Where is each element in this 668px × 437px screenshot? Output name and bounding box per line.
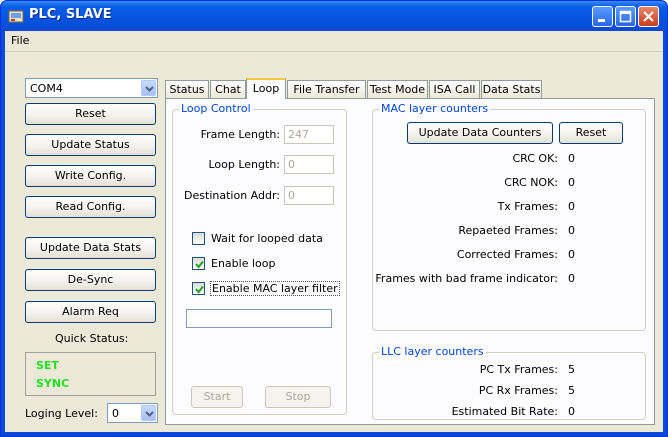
maximize-button[interactable] bbox=[615, 6, 636, 27]
logging-level-label: Loging Level: bbox=[25, 407, 98, 420]
quick-status-box: SET SYNC bbox=[25, 352, 156, 396]
quick-status-label: Quick Status: bbox=[55, 332, 129, 345]
title-bar[interactable]: PLC, SLAVE bbox=[1, 1, 667, 31]
bad-frame-indicator-value: 0 bbox=[568, 272, 575, 285]
chevron-down-icon bbox=[145, 86, 154, 92]
loop-status-field[interactable] bbox=[186, 309, 332, 328]
loop-tab-pane: Loop Control Frame Length: 247 Loop Leng… bbox=[165, 98, 655, 425]
window-title: PLC, SLAVE bbox=[29, 7, 112, 22]
enable-loop-checkbox[interactable] bbox=[192, 257, 205, 270]
write-config-button[interactable]: Write Config. bbox=[25, 165, 156, 187]
repeated-frames-value: 0 bbox=[568, 224, 575, 237]
pc-rx-frames-label: PC Rx Frames: bbox=[478, 384, 558, 397]
start-button[interactable]: Start bbox=[191, 386, 243, 408]
estimated-bit-rate-label: Estimated Bit Rate: bbox=[451, 405, 558, 418]
destination-addr-label: Destination Addr: bbox=[184, 189, 280, 202]
llc-counters-group: LLC layer counters PC Tx Frames: 5 PC Rx… bbox=[372, 345, 646, 420]
tx-frames-label: Tx Frames: bbox=[497, 200, 558, 213]
close-icon bbox=[643, 11, 654, 22]
dropdown-arrow[interactable] bbox=[141, 80, 156, 96]
port-select[interactable]: COM4 bbox=[25, 78, 158, 98]
tab-loop[interactable]: Loop bbox=[246, 78, 286, 99]
repeated-frames-label: Repaeted Frames: bbox=[458, 224, 558, 237]
update-data-counters-button[interactable]: Update Data Counters bbox=[407, 122, 553, 144]
update-data-stats-button[interactable]: Update Data Stats bbox=[25, 237, 156, 259]
corrected-frames-value: 0 bbox=[568, 248, 575, 261]
enable-mac-filter-checkbox[interactable] bbox=[192, 282, 205, 295]
update-status-button[interactable]: Update Status bbox=[25, 134, 156, 156]
minimize-icon bbox=[598, 19, 605, 22]
tab-isa-call[interactable]: ISA Call bbox=[429, 80, 480, 98]
port-value: COM4 bbox=[30, 82, 63, 95]
minimize-button[interactable] bbox=[592, 6, 613, 27]
tab-file-transfer[interactable]: File Transfer bbox=[287, 80, 366, 98]
crc-ok-label: CRC OK: bbox=[512, 152, 558, 165]
enable-loop-label: Enable loop bbox=[211, 257, 276, 270]
tab-chat[interactable]: Chat bbox=[210, 80, 246, 98]
checkmark-icon bbox=[195, 285, 204, 294]
tab-status[interactable]: Status bbox=[165, 80, 209, 98]
loop-control-title: Loop Control bbox=[179, 102, 253, 115]
loop-length-label: Loop Length: bbox=[208, 158, 280, 171]
mac-reset-button[interactable]: Reset bbox=[559, 122, 623, 144]
tab-test-mode[interactable]: Test Mode bbox=[367, 80, 428, 98]
status-line-set: SET bbox=[36, 359, 59, 372]
frame-length-label: Frame Length: bbox=[200, 128, 280, 141]
mac-counters-group: MAC layer counters Update Data Counters … bbox=[372, 102, 646, 331]
loop-control-group: Loop Control Frame Length: 247 Loop Leng… bbox=[172, 102, 347, 415]
alarm-req-button[interactable]: Alarm Req bbox=[25, 301, 156, 323]
frame-length-field[interactable]: 247 bbox=[284, 125, 334, 144]
read-config-button[interactable]: Read Config. bbox=[25, 196, 156, 218]
estimated-bit-rate-value: 0 bbox=[568, 405, 575, 418]
menu-file[interactable]: File bbox=[11, 34, 29, 47]
close-button[interactable] bbox=[638, 6, 659, 27]
client-area: File COM4 Reset Update Status Write Conf… bbox=[5, 31, 663, 432]
bad-frame-indicator-label: Frames with bad frame indicator: bbox=[375, 272, 558, 285]
crc-ok-value: 0 bbox=[568, 152, 575, 165]
pc-tx-frames-value: 5 bbox=[568, 363, 575, 376]
stop-button[interactable]: Stop bbox=[265, 386, 331, 408]
pc-rx-frames-value: 5 bbox=[568, 384, 575, 397]
crc-nok-value: 0 bbox=[568, 176, 575, 189]
checkmark-icon bbox=[195, 260, 204, 269]
reset-button[interactable]: Reset bbox=[25, 103, 156, 125]
de-sync-button[interactable]: De-Sync bbox=[25, 269, 156, 291]
dropdown-arrow[interactable] bbox=[141, 405, 156, 421]
llc-counters-title: LLC layer counters bbox=[379, 345, 486, 358]
wait-for-looped-data-label: Wait for looped data bbox=[211, 232, 323, 245]
maximize-icon bbox=[619, 10, 632, 23]
logging-level-value: 0 bbox=[112, 407, 119, 420]
main-panel: COM4 Reset Update Status Write Config. R… bbox=[5, 52, 663, 432]
mac-counters-title: MAC layer counters bbox=[379, 102, 491, 115]
pc-tx-frames-label: PC Tx Frames: bbox=[479, 363, 558, 376]
enable-mac-filter-label: Enable MAC layer filter bbox=[210, 281, 340, 296]
loop-length-field[interactable]: 0 bbox=[284, 155, 334, 174]
app-icon bbox=[8, 10, 24, 23]
crc-nok-label: CRC NOK: bbox=[504, 176, 558, 189]
app-window: PLC, SLAVE File COM4 Reset Update Status… bbox=[0, 0, 668, 437]
destination-addr-field[interactable]: 0 bbox=[284, 186, 334, 205]
tab-data-stats[interactable]: Data Stats bbox=[481, 80, 542, 98]
corrected-frames-label: Corrected Frames: bbox=[456, 248, 558, 261]
wait-for-looped-data-checkbox[interactable] bbox=[192, 232, 205, 245]
status-line-sync: SYNC bbox=[36, 377, 70, 390]
menu-bar: File bbox=[5, 31, 663, 52]
tx-frames-value: 0 bbox=[568, 200, 575, 213]
chevron-down-icon bbox=[145, 411, 154, 417]
logging-level-select[interactable]: 0 bbox=[107, 403, 158, 423]
